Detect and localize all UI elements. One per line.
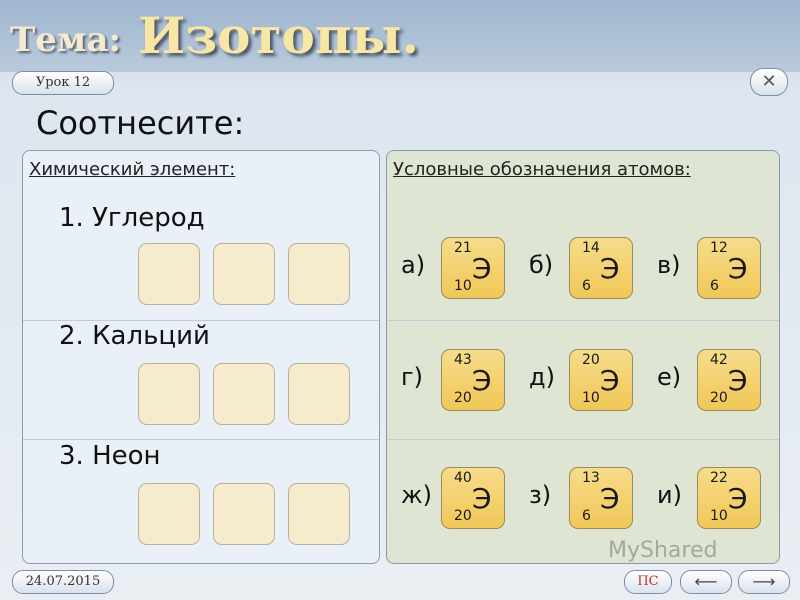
option-letter: е)	[657, 363, 682, 391]
option-letter: и)	[657, 481, 682, 509]
mass-number: 20	[582, 352, 600, 368]
isotope-card[interactable]: 14 Э 6	[569, 237, 633, 299]
element-symbol: Э	[600, 252, 620, 285]
divider	[387, 320, 779, 321]
element-symbol: Э	[472, 252, 492, 285]
mass-number: 43	[454, 352, 472, 368]
date-badge: 24.07.2015	[12, 570, 114, 594]
answer-slot[interactable]	[213, 243, 275, 305]
answer-slot[interactable]	[138, 243, 200, 305]
element-symbol: Э	[728, 364, 748, 397]
divider	[23, 439, 379, 440]
atomic-number: 20	[454, 508, 472, 524]
element-label-carbon: 1. Углерод	[59, 203, 205, 233]
atomic-number: 10	[582, 390, 600, 406]
answer-slot[interactable]	[138, 363, 200, 425]
mass-number: 21	[454, 240, 472, 256]
element-label-neon: 3. Неон	[59, 441, 161, 471]
watermark: MyShared	[608, 538, 718, 563]
answer-slot[interactable]	[288, 363, 350, 425]
tema-label: Тема:	[10, 20, 122, 60]
element-symbol: Э	[472, 482, 492, 515]
next-button[interactable]: ⟶	[738, 570, 790, 594]
answer-slot[interactable]	[213, 363, 275, 425]
isotope-card[interactable]: 42 Э 20	[697, 349, 761, 411]
mass-number: 40	[454, 470, 472, 486]
isotope-card[interactable]: 43 Э 20	[441, 349, 505, 411]
atomic-number: 10	[710, 508, 728, 524]
atomic-number: 10	[454, 278, 472, 294]
element-symbol: Э	[728, 252, 748, 285]
mass-number: 22	[710, 470, 728, 486]
option-letter: д)	[529, 363, 555, 391]
isotope-card[interactable]: 20 Э 10	[569, 349, 633, 411]
option-letter: г)	[401, 363, 423, 391]
atomic-number: 20	[710, 390, 728, 406]
answer-slot[interactable]	[138, 483, 200, 545]
divider	[387, 439, 779, 440]
prev-button[interactable]: ⟵	[680, 570, 732, 594]
mass-number: 14	[582, 240, 600, 256]
isotope-card[interactable]: 22 Э 10	[697, 467, 761, 529]
instruction-text: Соотнесите:	[36, 104, 245, 142]
element-symbol: Э	[728, 482, 748, 515]
atomic-number: 20	[454, 390, 472, 406]
mass-number: 42	[710, 352, 728, 368]
option-letter: ж)	[401, 481, 432, 509]
close-button[interactable]: ✕	[750, 68, 788, 96]
answer-slot[interactable]	[213, 483, 275, 545]
element-symbol: Э	[472, 364, 492, 397]
atomic-number: 6	[710, 278, 719, 294]
ps-button[interactable]: ПС	[624, 570, 672, 594]
atomic-number: 6	[582, 278, 591, 294]
element-symbol: Э	[600, 364, 620, 397]
atomic-number: 6	[582, 508, 591, 524]
option-letter: в)	[657, 251, 681, 279]
element-symbol: Э	[600, 482, 620, 515]
option-letter: з)	[529, 481, 552, 509]
lesson-badge: Урок 12	[12, 71, 114, 95]
answer-slot[interactable]	[288, 243, 350, 305]
option-letter: а)	[401, 251, 426, 279]
arrow-right-icon: ⟶	[752, 572, 776, 591]
page-title: Изотопы.	[138, 6, 419, 65]
isotope-card[interactable]: 13 Э 6	[569, 467, 633, 529]
isotope-card[interactable]: 40 Э 20	[441, 467, 505, 529]
mass-number: 12	[710, 240, 728, 256]
isotope-card[interactable]: 12 Э 6	[697, 237, 761, 299]
isotope-card[interactable]: 21 Э 10	[441, 237, 505, 299]
mass-number: 13	[582, 470, 600, 486]
element-label-calcium: 2. Кальций	[59, 321, 210, 351]
close-icon: ✕	[761, 71, 777, 92]
option-letter: б)	[529, 251, 554, 279]
symbols-panel: Условные обозначения атомов: а) 21 Э 10 …	[386, 150, 780, 564]
arrow-left-icon: ⟵	[694, 572, 718, 591]
answer-slot[interactable]	[288, 483, 350, 545]
elements-panel: Химический элемент: 1. Углерод 2. Кальци…	[22, 150, 380, 564]
elements-heading: Химический элемент:	[29, 159, 236, 180]
symbols-heading: Условные обозначения атомов:	[393, 159, 691, 180]
